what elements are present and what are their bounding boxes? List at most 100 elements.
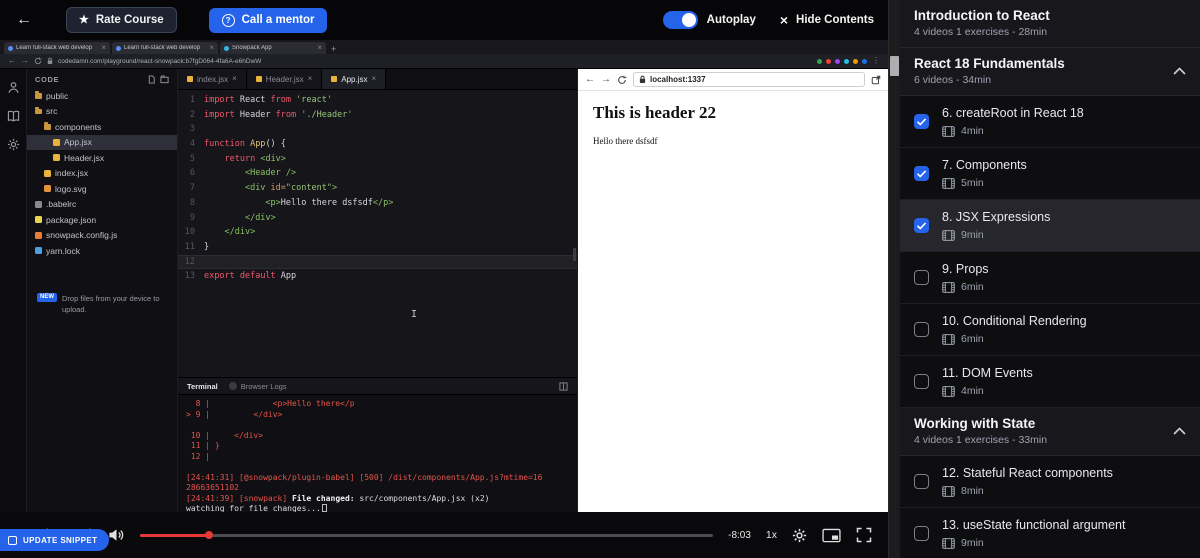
code-editor[interactable]: I 1 import React from 'react' 2 import Head…: [178, 90, 577, 377]
tab-close-icon[interactable]: ×: [372, 75, 377, 83]
section-header[interactable]: Working with State 4 videos 1 exercises -…: [900, 408, 1200, 456]
code-line[interactable]: 4 function App() {: [178, 137, 577, 152]
profile-icon[interactable]: [7, 81, 20, 94]
tab-close-icon[interactable]: ×: [101, 44, 106, 52]
library-icon[interactable]: [7, 110, 20, 122]
back-arrow-icon[interactable]: ←: [16, 11, 40, 29]
seek-bar-handle[interactable]: [204, 531, 213, 539]
hide-contents-button[interactable]: × Hide Contents: [780, 13, 874, 27]
tab-close-icon[interactable]: ×: [308, 75, 313, 83]
lesson-item[interactable]: 9. Props 6min: [900, 252, 1200, 304]
extension-icon[interactable]: [817, 58, 822, 64]
file-item[interactable]: components: [27, 119, 177, 135]
lesson-item[interactable]: 11. DOM Events 4min: [900, 356, 1200, 408]
autoplay-toggle[interactable]: [662, 11, 698, 29]
update-snippet-button[interactable]: UPDATE SNIPPET: [0, 529, 110, 551]
lesson-checkbox[interactable]: [914, 322, 929, 337]
rate-course-button[interactable]: ★ Rate Course: [66, 7, 177, 33]
file-item[interactable]: App.jsx: [27, 134, 177, 150]
lesson-checkbox[interactable]: [914, 474, 929, 489]
terminal-output[interactable]: 8 | <p>Hello there</p > 9 | </div> 10 | <…: [178, 395, 577, 512]
editor-scrollbar-thumb[interactable]: [573, 248, 576, 261]
playback-speed-button[interactable]: 1x: [766, 529, 777, 541]
preview-address-bar[interactable]: localhost:1337: [633, 72, 865, 87]
code-line[interactable]: 10 </div>: [178, 225, 577, 240]
browser-logs-tab[interactable]: Browser Logs: [228, 382, 287, 391]
code-line[interactable]: 12: [178, 254, 577, 270]
code-line[interactable]: 13 export default App: [178, 269, 577, 284]
browser-tab[interactable]: Snowpack App ×: [220, 42, 326, 54]
browser-forward-icon[interactable]: →: [21, 57, 29, 65]
code-line[interactable]: 3: [178, 122, 577, 137]
file-item[interactable]: src: [27, 104, 177, 120]
lesson-item[interactable]: 7. Components 5min: [900, 148, 1200, 200]
code-line[interactable]: 5 return <div>: [178, 152, 577, 167]
file-item[interactable]: logo.svg: [27, 181, 177, 197]
browser-tab[interactable]: Learn full-stack web develop ×: [4, 42, 110, 54]
preview-refresh-icon[interactable]: [617, 75, 627, 85]
editor-tab[interactable]: index.jsx ×: [178, 69, 247, 89]
browser-tab[interactable]: Learn full-stack web develop ×: [112, 42, 218, 54]
split-panel-icon[interactable]: [559, 381, 568, 391]
chevron-up-icon[interactable]: [1173, 67, 1186, 75]
lesson-checkbox[interactable]: [914, 218, 929, 233]
tab-close-icon[interactable]: ×: [317, 44, 322, 52]
lesson-item[interactable]: 10. Conditional Rendering 6min: [900, 304, 1200, 356]
editor-tab[interactable]: App.jsx ×: [322, 69, 387, 89]
code-line[interactable]: 7 <div id="content">: [178, 181, 577, 196]
code-line[interactable]: 1 import React from 'react': [178, 93, 577, 108]
open-external-icon[interactable]: [871, 75, 881, 85]
browser-refresh-icon[interactable]: [34, 57, 42, 65]
lesson-item[interactable]: 13. useState functional argument 9min: [900, 508, 1200, 558]
scrollbar-thumb[interactable]: [890, 56, 899, 76]
lesson-checkbox[interactable]: [914, 166, 929, 181]
new-file-icon[interactable]: [147, 75, 156, 84]
code-line[interactable]: 8 <p>Hello there dsfsdf</p>: [178, 196, 577, 211]
file-item[interactable]: .babelrc: [27, 197, 177, 213]
file-item[interactable]: yarn.lock: [27, 243, 177, 259]
preview-back-icon[interactable]: ←: [585, 74, 595, 85]
file-item[interactable]: index.jsx: [27, 166, 177, 182]
lesson-checkbox[interactable]: [914, 374, 929, 389]
tab-close-icon[interactable]: ×: [209, 44, 214, 52]
file-item[interactable]: public: [27, 88, 177, 104]
extension-icon[interactable]: [853, 58, 858, 64]
new-folder-icon[interactable]: [160, 75, 169, 84]
extension-icon[interactable]: [826, 58, 831, 64]
chevron-up-icon[interactable]: [1173, 427, 1186, 435]
player-settings-icon[interactable]: [792, 528, 807, 543]
extension-icon[interactable]: [844, 58, 849, 64]
code-line[interactable]: 11}: [178, 240, 577, 255]
lesson-checkbox[interactable]: [914, 270, 929, 285]
file-item[interactable]: Header.jsx: [27, 150, 177, 166]
terminal-tab[interactable]: Terminal: [187, 382, 218, 391]
volume-icon[interactable]: [108, 528, 125, 542]
browser-back-icon[interactable]: ←: [8, 57, 16, 65]
code-line[interactable]: 9 </div>: [178, 211, 577, 226]
extension-icon[interactable]: [835, 58, 840, 64]
file-item[interactable]: package.json: [27, 212, 177, 228]
section-header[interactable]: React 18 Fundamentals 6 videos - 34min: [900, 48, 1200, 96]
call-mentor-button[interactable]: ? Call a mentor: [208, 7, 328, 33]
page-scrollbar[interactable]: [888, 0, 900, 558]
new-tab-icon[interactable]: +: [331, 44, 336, 54]
preview-forward-icon[interactable]: →: [601, 74, 611, 85]
code-line[interactable]: 6 <Header />: [178, 166, 577, 181]
pip-icon[interactable]: [822, 528, 841, 543]
lesson-item[interactable]: 8. JSX Expressions 9min: [900, 200, 1200, 252]
fullscreen-icon[interactable]: [856, 527, 872, 543]
code-line[interactable]: 2 import Header from './Header': [178, 108, 577, 123]
editor-tab[interactable]: Header.jsx ×: [246, 69, 323, 89]
url-text[interactable]: codedamn.com/playground/react-snowpack:b…: [58, 58, 812, 65]
tab-close-icon[interactable]: ×: [232, 75, 237, 83]
lesson-checkbox[interactable]: [914, 114, 929, 129]
section-header[interactable]: Introduction to React 4 videos 1 exercise…: [900, 0, 1200, 48]
video-frame[interactable]: Learn full-stack web develop × Learn full-…: [0, 40, 888, 512]
lesson-item[interactable]: 12. Stateful React components 8min: [900, 456, 1200, 508]
settings-gear-icon[interactable]: [7, 138, 20, 151]
seek-bar[interactable]: [140, 531, 714, 539]
extension-icon[interactable]: [862, 58, 867, 64]
browser-menu-icon[interactable]: ⋮: [872, 57, 880, 65]
lesson-checkbox[interactable]: [914, 526, 929, 541]
file-item[interactable]: snowpack.config.js: [27, 228, 177, 244]
